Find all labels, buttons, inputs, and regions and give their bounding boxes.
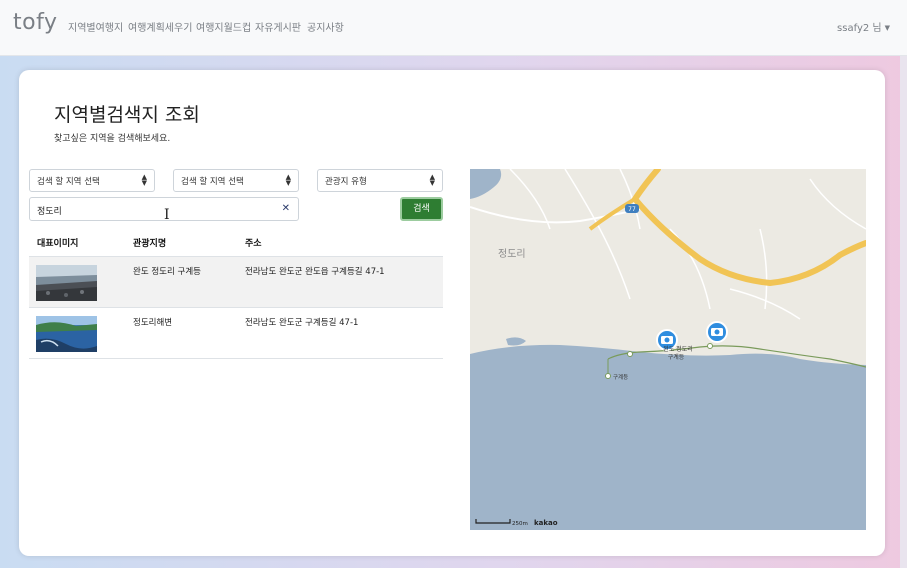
map-scale: 250m — [512, 521, 528, 527]
map-place-label: 정도리 — [498, 248, 526, 260]
attraction-address: 전라남도 완도군 구계등길 47-1 — [245, 318, 359, 328]
gugun-select-value: 검색 할 지역 선택 — [181, 177, 244, 187]
road-badge: 77 — [628, 206, 636, 213]
column-header-image: 대표이미지 — [37, 239, 79, 249]
gugun-select[interactable]: 검색 할 지역 선택 ▲ ▼ — [173, 169, 299, 192]
map-provider-logo: kakao — [534, 519, 558, 527]
user-menu[interactable]: ssafy2 님 ▼ — [837, 19, 890, 34]
page-title: 지역별검색지 조회 — [54, 104, 200, 126]
nav-item-notice[interactable]: 공지사항 — [307, 19, 344, 34]
nav-item-board[interactable]: 자유게시판 — [255, 19, 301, 34]
attraction-name: 완도 정도리 구계등 — [133, 267, 201, 277]
kakao-map[interactable]: 77 정도리 완도 정도리 구계등 구계등 250m kakao — [470, 169, 866, 530]
nav-item-trip-planner[interactable]: 여행계획세우기 — [128, 19, 192, 34]
search-input-value: 정도리 — [37, 207, 62, 217]
map-marker-label: 구계등 — [668, 353, 685, 361]
select-arrows-icon: ▲ ▼ — [429, 173, 435, 187]
map-small-label: 구계등 — [613, 373, 628, 381]
map-marker-label: 완도 정도리 — [663, 345, 693, 353]
caret-down-icon: ▼ — [884, 24, 890, 32]
text-cursor-icon: I — [164, 207, 170, 223]
clear-icon[interactable]: ✕ — [282, 203, 290, 214]
brand-logo[interactable]: tofy — [13, 10, 57, 35]
nav-item-region-travel[interactable]: 지역별여행지 — [68, 19, 123, 34]
top-navbar: tofy 지역별여행지 여행계획세우기 여행지월드컵 자유게시판 공지사항 ss… — [0, 0, 907, 56]
page-subtitle: 찾고싶은 지역을 검색해보세요. — [54, 134, 171, 144]
column-header-name: 관광지명 — [133, 239, 167, 249]
sido-select[interactable]: 검색 할 지역 선택 ▲ ▼ — [29, 169, 155, 192]
nav-item-worldcup[interactable]: 여행지월드컵 — [196, 19, 251, 34]
column-header-address: 주소 — [245, 239, 262, 249]
map-marker[interactable] — [706, 321, 728, 343]
attraction-name: 정도리해변 — [133, 318, 173, 328]
attraction-thumbnail — [36, 265, 97, 301]
attraction-address: 전라남도 완도군 완도읍 구계등길 47-1 — [245, 267, 385, 277]
attraction-thumbnail — [36, 316, 97, 352]
content-type-select[interactable]: 관광지 유형 ▲ ▼ — [317, 169, 443, 192]
scrollbar-track[interactable] — [900, 56, 907, 568]
sido-select-value: 검색 할 지역 선택 — [37, 177, 100, 187]
table-row[interactable]: 정도리해변 전라남도 완도군 구계등길 47-1 — [29, 308, 443, 359]
user-name: ssafy2 님 — [837, 23, 882, 34]
select-arrows-icon: ▲ ▼ — [141, 173, 147, 187]
table-row[interactable]: 완도 정도리 구계등 전라남도 완도군 완도읍 구계등길 47-1 — [29, 257, 443, 308]
search-button[interactable]: 검색 — [400, 197, 443, 221]
select-arrows-icon: ▲ ▼ — [285, 173, 291, 187]
content-type-select-value: 관광지 유형 — [325, 177, 367, 187]
